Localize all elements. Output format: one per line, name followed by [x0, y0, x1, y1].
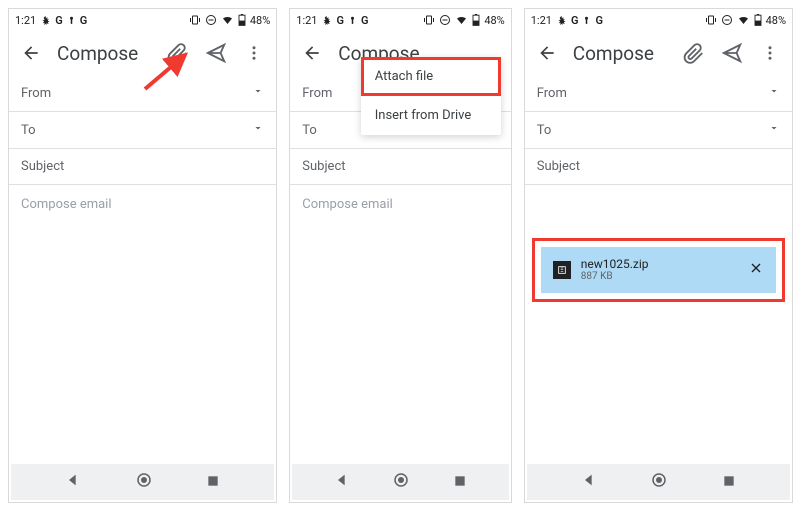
to-label: To — [21, 123, 36, 138]
nav-recent-icon[interactable] — [206, 473, 220, 492]
status-time: 1:21 — [296, 14, 317, 27]
battery-pct: 48% — [484, 14, 504, 27]
toolbar: Compose — [525, 31, 792, 75]
subject-label: Subject — [537, 159, 580, 174]
remove-attachment-button[interactable] — [748, 260, 764, 280]
status-g1: G — [571, 14, 579, 27]
zip-icon — [553, 261, 571, 279]
subject-field[interactable]: Subject — [9, 149, 276, 185]
menu-attach-file[interactable]: Attach file — [361, 57, 501, 96]
page-title: Compose — [57, 42, 138, 65]
subject-field[interactable]: Subject — [525, 149, 792, 185]
screenshot-1: 1:21 G G 48% Compose — [8, 8, 277, 503]
from-label: From — [302, 86, 332, 101]
from-label: From — [537, 86, 567, 101]
attachment-name: new1025.zip — [581, 257, 738, 271]
chevron-down-icon — [768, 122, 780, 138]
battery-pct: 48% — [250, 14, 270, 27]
nav-home-icon[interactable] — [650, 471, 668, 493]
hand-icon — [40, 15, 51, 26]
from-field[interactable]: From — [9, 75, 276, 112]
wifi-icon — [455, 14, 468, 26]
from-field[interactable]: From — [525, 75, 792, 112]
chevron-down-icon — [252, 122, 264, 138]
status-time: 1:21 — [531, 14, 552, 27]
wifi-icon — [221, 14, 234, 26]
status-g2: G — [361, 14, 369, 27]
wifi-icon — [737, 14, 750, 26]
battery-pct: 48% — [766, 14, 786, 27]
dnd-icon — [721, 14, 733, 26]
to-label: To — [537, 123, 552, 138]
back-button[interactable] — [19, 41, 43, 65]
nav-recent-icon[interactable] — [453, 473, 467, 492]
hand-icon — [321, 15, 332, 26]
send-button[interactable] — [720, 41, 744, 65]
attachment-meta: new1025.zip 887 KB — [581, 257, 738, 283]
subject-field[interactable]: Subject — [290, 149, 510, 185]
page-title: Compose — [573, 42, 654, 65]
status-g1: G — [55, 14, 63, 27]
to-field[interactable]: To — [525, 112, 792, 149]
attach-button[interactable] — [682, 41, 706, 65]
send-button[interactable] — [204, 41, 228, 65]
dnd-icon — [205, 14, 217, 26]
back-button[interactable] — [535, 41, 559, 65]
nav-bar — [11, 464, 274, 500]
chevron-down-icon — [768, 85, 780, 101]
status-g2: G — [80, 14, 88, 27]
chevron-down-icon — [252, 85, 264, 101]
key-icon — [582, 15, 591, 26]
attachment-chip[interactable]: new1025.zip 887 KB — [541, 247, 776, 293]
key-icon — [67, 15, 76, 26]
nav-home-icon[interactable] — [135, 471, 153, 493]
vibrate-icon — [423, 14, 435, 26]
attachment-size: 887 KB — [581, 271, 738, 283]
nav-bar — [292, 464, 508, 500]
status-right: 48% — [189, 14, 270, 27]
attachment-highlight: new1025.zip 887 KB — [535, 241, 782, 299]
status-left: 1:21 G G — [15, 14, 87, 27]
screenshot-2: 1:21 G G 48% Compose Attach file Insert … — [289, 8, 511, 503]
nav-back-icon[interactable] — [65, 472, 81, 492]
key-icon — [348, 15, 357, 26]
vibrate-icon — [189, 14, 201, 26]
nav-back-icon[interactable] — [581, 472, 597, 492]
battery-icon — [238, 14, 246, 26]
vibrate-icon — [705, 14, 717, 26]
subject-label: Subject — [21, 159, 64, 174]
dnd-icon — [439, 14, 451, 26]
nav-bar — [527, 464, 790, 500]
overflow-button[interactable] — [242, 41, 266, 65]
nav-back-icon[interactable] — [334, 472, 350, 492]
body-input[interactable]: Compose email — [9, 185, 276, 462]
toolbar: Compose — [9, 31, 276, 75]
status-bar: 1:21 G G 48% — [9, 9, 276, 31]
nav-recent-icon[interactable] — [722, 473, 736, 492]
subject-label: Subject — [302, 159, 345, 174]
menu-insert-drive[interactable]: Insert from Drive — [361, 96, 501, 135]
to-label: To — [302, 123, 317, 138]
to-field[interactable]: To — [9, 112, 276, 149]
status-time: 1:21 — [15, 14, 36, 27]
battery-icon — [472, 14, 480, 26]
attach-button[interactable] — [166, 41, 190, 65]
status-bar: 1:21 G G 48% — [525, 9, 792, 31]
hand-icon — [556, 15, 567, 26]
overflow-button[interactable] — [758, 41, 782, 65]
toolbar: Compose Attach file Insert from Drive — [290, 31, 510, 75]
nav-home-icon[interactable] — [392, 471, 410, 493]
back-button[interactable] — [300, 41, 324, 65]
screenshot-3: 1:21 G G 48% Compose From — [524, 8, 793, 503]
body-input[interactable]: Compose email — [290, 185, 510, 462]
status-g2: G — [595, 14, 603, 27]
from-label: From — [21, 86, 51, 101]
status-bar: 1:21 G G 48% — [290, 9, 510, 31]
battery-icon — [754, 14, 762, 26]
status-g1: G — [336, 14, 344, 27]
attach-menu: Attach file Insert from Drive — [361, 57, 501, 135]
